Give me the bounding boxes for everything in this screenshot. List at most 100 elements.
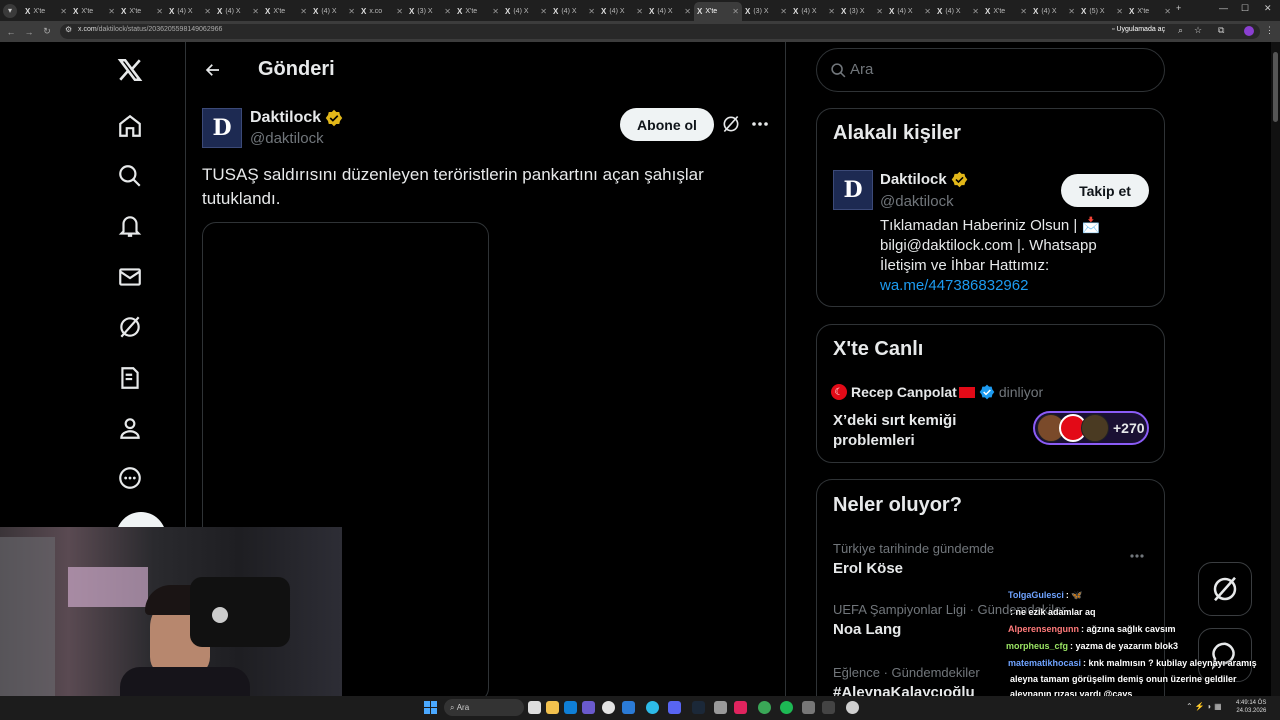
tab-close-icon[interactable]: ✕ bbox=[444, 7, 451, 16]
tab-close-icon[interactable]: ✕ bbox=[348, 7, 355, 16]
profile-icon[interactable] bbox=[116, 414, 144, 442]
trend-item[interactable]: Türkiye tarihinde gündemde Erol Köse bbox=[833, 541, 1153, 577]
browser-tab[interactable]: X (4) X ✕ bbox=[166, 2, 214, 21]
grok-explain-icon[interactable] bbox=[721, 114, 743, 136]
app-icon[interactable] bbox=[734, 701, 747, 714]
back-icon[interactable]: ← bbox=[2, 27, 20, 37]
open-in-app-button[interactable]: ▫ Uygulamada aç bbox=[1112, 26, 1165, 33]
browser-tab[interactable]: X (3) X ✕ bbox=[838, 2, 886, 21]
tab-close-icon[interactable]: ✕ bbox=[1116, 7, 1123, 16]
clock[interactable]: 4:49:14 ÖS 24.03.2026 bbox=[1236, 699, 1266, 715]
browser-tab[interactable]: X (4) X ✕ bbox=[934, 2, 982, 21]
spotify-icon[interactable] bbox=[780, 701, 793, 714]
grok-icon[interactable] bbox=[116, 313, 144, 341]
browser-tab[interactable]: X (4) X ✕ bbox=[598, 2, 646, 21]
url-input[interactable]: ⚙ x.com/daktilock/status/203620559814906… bbox=[60, 24, 1274, 39]
browser-tab[interactable]: X (4) X ✕ bbox=[550, 2, 598, 21]
browser-tab[interactable]: X (4) X ✕ bbox=[214, 2, 262, 21]
obs-icon[interactable] bbox=[846, 701, 859, 714]
back-arrow-icon[interactable] bbox=[200, 58, 226, 82]
app-icon[interactable] bbox=[714, 701, 727, 714]
tab-close-icon[interactable]: ✕ bbox=[540, 7, 547, 16]
bio-link[interactable]: wa.me/447386832962 bbox=[880, 276, 1100, 296]
tab-search-icon[interactable]: ▾ bbox=[3, 3, 17, 18]
tab-close-icon[interactable]: ✕ bbox=[252, 7, 259, 16]
steam-icon[interactable] bbox=[692, 701, 705, 714]
app-icon[interactable] bbox=[622, 701, 635, 714]
notifications-bell-icon[interactable] bbox=[116, 212, 144, 240]
related-avatar[interactable]: D bbox=[833, 170, 873, 210]
tab-close-icon[interactable]: ✕ bbox=[588, 7, 595, 16]
tab-close-icon[interactable]: ✕ bbox=[684, 7, 691, 16]
chrome-icon[interactable] bbox=[602, 701, 615, 714]
related-name-row[interactable]: Daktilock bbox=[880, 171, 968, 188]
file-explorer-icon[interactable] bbox=[546, 701, 559, 714]
author-name-row[interactable]: Daktilock bbox=[250, 109, 343, 127]
browser-tab[interactable]: X (4) X ✕ bbox=[310, 2, 358, 21]
live-topic[interactable]: X’deki sırt kemiği problemleri bbox=[833, 411, 956, 451]
browser-tab[interactable]: X X'te ✕ bbox=[70, 2, 118, 21]
browser-tab[interactable]: X (4) X ✕ bbox=[646, 2, 694, 21]
extensions-icon[interactable]: ⧉ bbox=[1218, 25, 1224, 36]
live-host-row[interactable]: ☾ Recep Canpolat dinliyor bbox=[831, 384, 1043, 400]
author-handle[interactable]: @daktilock bbox=[250, 130, 324, 147]
more-options-icon[interactable] bbox=[116, 464, 144, 492]
grok-float-button[interactable] bbox=[1198, 562, 1252, 616]
browser-tab[interactable]: X X'te ✕ bbox=[262, 2, 310, 21]
tab-close-icon[interactable]: ✕ bbox=[396, 7, 403, 16]
tab-close-icon[interactable]: ✕ bbox=[780, 7, 787, 16]
tab-close-icon[interactable]: ✕ bbox=[204, 7, 211, 16]
browser-tab[interactable]: X (4) X ✕ bbox=[886, 2, 934, 21]
profile-avatar-icon[interactable] bbox=[1244, 26, 1254, 36]
app-icon[interactable] bbox=[564, 701, 577, 714]
search-input[interactable]: Ara bbox=[816, 48, 1165, 92]
browser-menu-icon[interactable]: ⋮ bbox=[1265, 25, 1274, 36]
tab-close-icon[interactable]: ✕ bbox=[924, 7, 931, 16]
explore-search-icon[interactable] bbox=[116, 162, 144, 190]
tab-close-icon[interactable]: ✕ bbox=[492, 7, 499, 16]
tab-close-icon[interactable]: ✕ bbox=[972, 7, 979, 16]
tab-close-icon[interactable]: ✕ bbox=[1020, 7, 1027, 16]
browser-tab[interactable]: X X'te ✕ bbox=[1126, 2, 1174, 21]
author-avatar[interactable]: D bbox=[202, 108, 242, 148]
x-logo-icon[interactable] bbox=[116, 56, 144, 84]
task-view-icon[interactable] bbox=[528, 701, 541, 714]
app-icon[interactable] bbox=[582, 701, 595, 714]
close-window-icon[interactable]: ✕ bbox=[1264, 3, 1272, 14]
bookmark-star-icon[interactable]: ☆ bbox=[1194, 25, 1202, 36]
app-icon[interactable] bbox=[802, 701, 815, 714]
tab-close-icon[interactable]: ✕ bbox=[636, 7, 643, 16]
page-scrollbar[interactable] bbox=[1271, 42, 1280, 696]
maximize-icon[interactable]: ☐ bbox=[1241, 3, 1249, 14]
tab-close-icon[interactable]: ✕ bbox=[1164, 7, 1171, 16]
browser-tab[interactable]: X X'te ✕ bbox=[22, 2, 70, 21]
tab-close-icon[interactable]: ✕ bbox=[1068, 7, 1075, 16]
browser-tab[interactable]: X X'te ✕ bbox=[982, 2, 1030, 21]
edge-icon[interactable] bbox=[646, 701, 659, 714]
tab-close-icon[interactable]: ✕ bbox=[60, 7, 67, 16]
zoom-icon[interactable]: ⌕ bbox=[1178, 25, 1183, 36]
app-icon[interactable] bbox=[758, 701, 771, 714]
taskbar-search[interactable]: ⌕ Ara bbox=[444, 699, 524, 716]
browser-tab[interactable]: Xx.co ✕ bbox=[358, 2, 406, 21]
browser-tab[interactable]: X (4) X ✕ bbox=[1030, 2, 1078, 21]
tab-close-icon[interactable]: ✕ bbox=[876, 7, 883, 16]
browser-tab[interactable]: X X'te ✕ bbox=[694, 2, 742, 21]
tab-close-icon[interactable]: ✕ bbox=[732, 7, 739, 16]
browser-tab[interactable]: X (4) X ✕ bbox=[790, 2, 838, 21]
trend-more-icon[interactable] bbox=[1129, 546, 1145, 564]
follow-button[interactable]: Takip et bbox=[1061, 174, 1149, 207]
home-icon[interactable] bbox=[116, 112, 144, 140]
tab-close-icon[interactable]: ✕ bbox=[828, 7, 835, 16]
post-more-icon[interactable] bbox=[750, 114, 770, 134]
subscribe-button[interactable]: Abone ol bbox=[620, 108, 714, 141]
browser-tab[interactable]: X X'te ✕ bbox=[118, 2, 166, 21]
tab-close-icon[interactable]: ✕ bbox=[108, 7, 115, 16]
discord-icon[interactable] bbox=[668, 701, 681, 714]
start-menu-icon[interactable] bbox=[424, 701, 437, 714]
related-handle[interactable]: @daktilock bbox=[880, 193, 954, 210]
new-tab-icon[interactable]: + bbox=[1176, 3, 1181, 13]
tab-close-icon[interactable]: ✕ bbox=[300, 7, 307, 16]
browser-tab[interactable]: X (4) X ✕ bbox=[502, 2, 550, 21]
browser-tab[interactable]: X (3) X ✕ bbox=[742, 2, 790, 21]
